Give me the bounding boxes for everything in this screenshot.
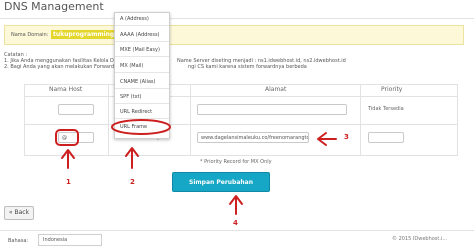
priority-unavailable: Tidak Tersedia <box>368 106 404 112</box>
language-label: Bahasa: <box>8 238 29 244</box>
annotation-number-3: 3 <box>344 133 349 141</box>
copyright-text: © 2015 IDwebhost.i... <box>392 236 448 242</box>
host-input-row1[interactable] <box>58 104 94 115</box>
annotation-number-4: 4 <box>233 219 238 227</box>
address-input-row2[interactable]: www.dagelansimaleuku.co/freenomarangtong… <box>197 132 309 143</box>
table-column-divider <box>360 84 361 156</box>
dropdown-option-url-redirect[interactable]: URL Redirect <box>120 109 152 115</box>
address-input-row1[interactable] <box>197 104 347 115</box>
table-column-divider <box>190 84 191 156</box>
dropdown-divider <box>115 118 169 119</box>
dropdown-divider <box>115 25 169 26</box>
dropdown-divider <box>115 103 169 104</box>
dropdown-divider <box>115 88 169 89</box>
back-button[interactable]: « Back <box>4 206 34 220</box>
note-line-2-start: 2. Bagi Anda yang akan melakukan Forward <box>4 64 115 70</box>
dropdown-divider <box>115 56 169 57</box>
footer-divider <box>0 230 474 231</box>
dropdown-option-cname[interactable]: CNAME (Alias) <box>120 79 155 85</box>
table-column-divider <box>108 84 109 156</box>
dropdown-divider <box>115 72 169 73</box>
note-line-2-end: ngi CS kami karena sistem forwardnya ber… <box>188 64 307 70</box>
domain-label: Nama Domain: <box>11 32 49 38</box>
dropdown-option-mxe[interactable]: MXE (Mail Easy) <box>120 47 160 53</box>
priority-note: * Priority Record for MX Only <box>200 159 272 165</box>
dns-record-table <box>24 84 458 156</box>
header-priority: Priority <box>381 86 403 93</box>
dropdown-option-mx[interactable]: MX (Mail) <box>120 63 143 69</box>
dropdown-option-spf[interactable]: SPF (txt) <box>120 94 141 100</box>
record-type-dropdown[interactable]: A (Address) AAAA (Address) MXE (Mail Eas… <box>114 12 170 139</box>
priority-input-row2[interactable] <box>368 132 404 143</box>
language-select[interactable]: Indonesia <box>38 234 102 246</box>
page-title: DNS Management <box>4 0 104 13</box>
header-host: Nama Host <box>49 86 83 93</box>
annotation-arrow-4-icon <box>229 195 243 215</box>
annotation-number-1: 1 <box>66 178 71 186</box>
domain-info-box: Nama Domain: tukuprogrammingcourse.com <box>4 25 464 45</box>
title-divider <box>0 18 474 19</box>
dropdown-option-aaaa[interactable]: AAAA (Address) <box>120 32 160 38</box>
host-input-row2[interactable]: @ <box>58 132 94 143</box>
dropdown-divider <box>115 41 169 42</box>
table-row-divider <box>24 124 458 125</box>
dropdown-option-a[interactable]: A (Address) <box>120 16 149 22</box>
annotation-number-2: 2 <box>130 178 135 186</box>
table-header-divider <box>24 96 458 97</box>
save-button[interactable]: Simpan Perubahan <box>172 172 270 192</box>
header-address: Alamat <box>265 86 287 93</box>
dropdown-option-url-frame[interactable]: URL Frame <box>120 124 147 130</box>
